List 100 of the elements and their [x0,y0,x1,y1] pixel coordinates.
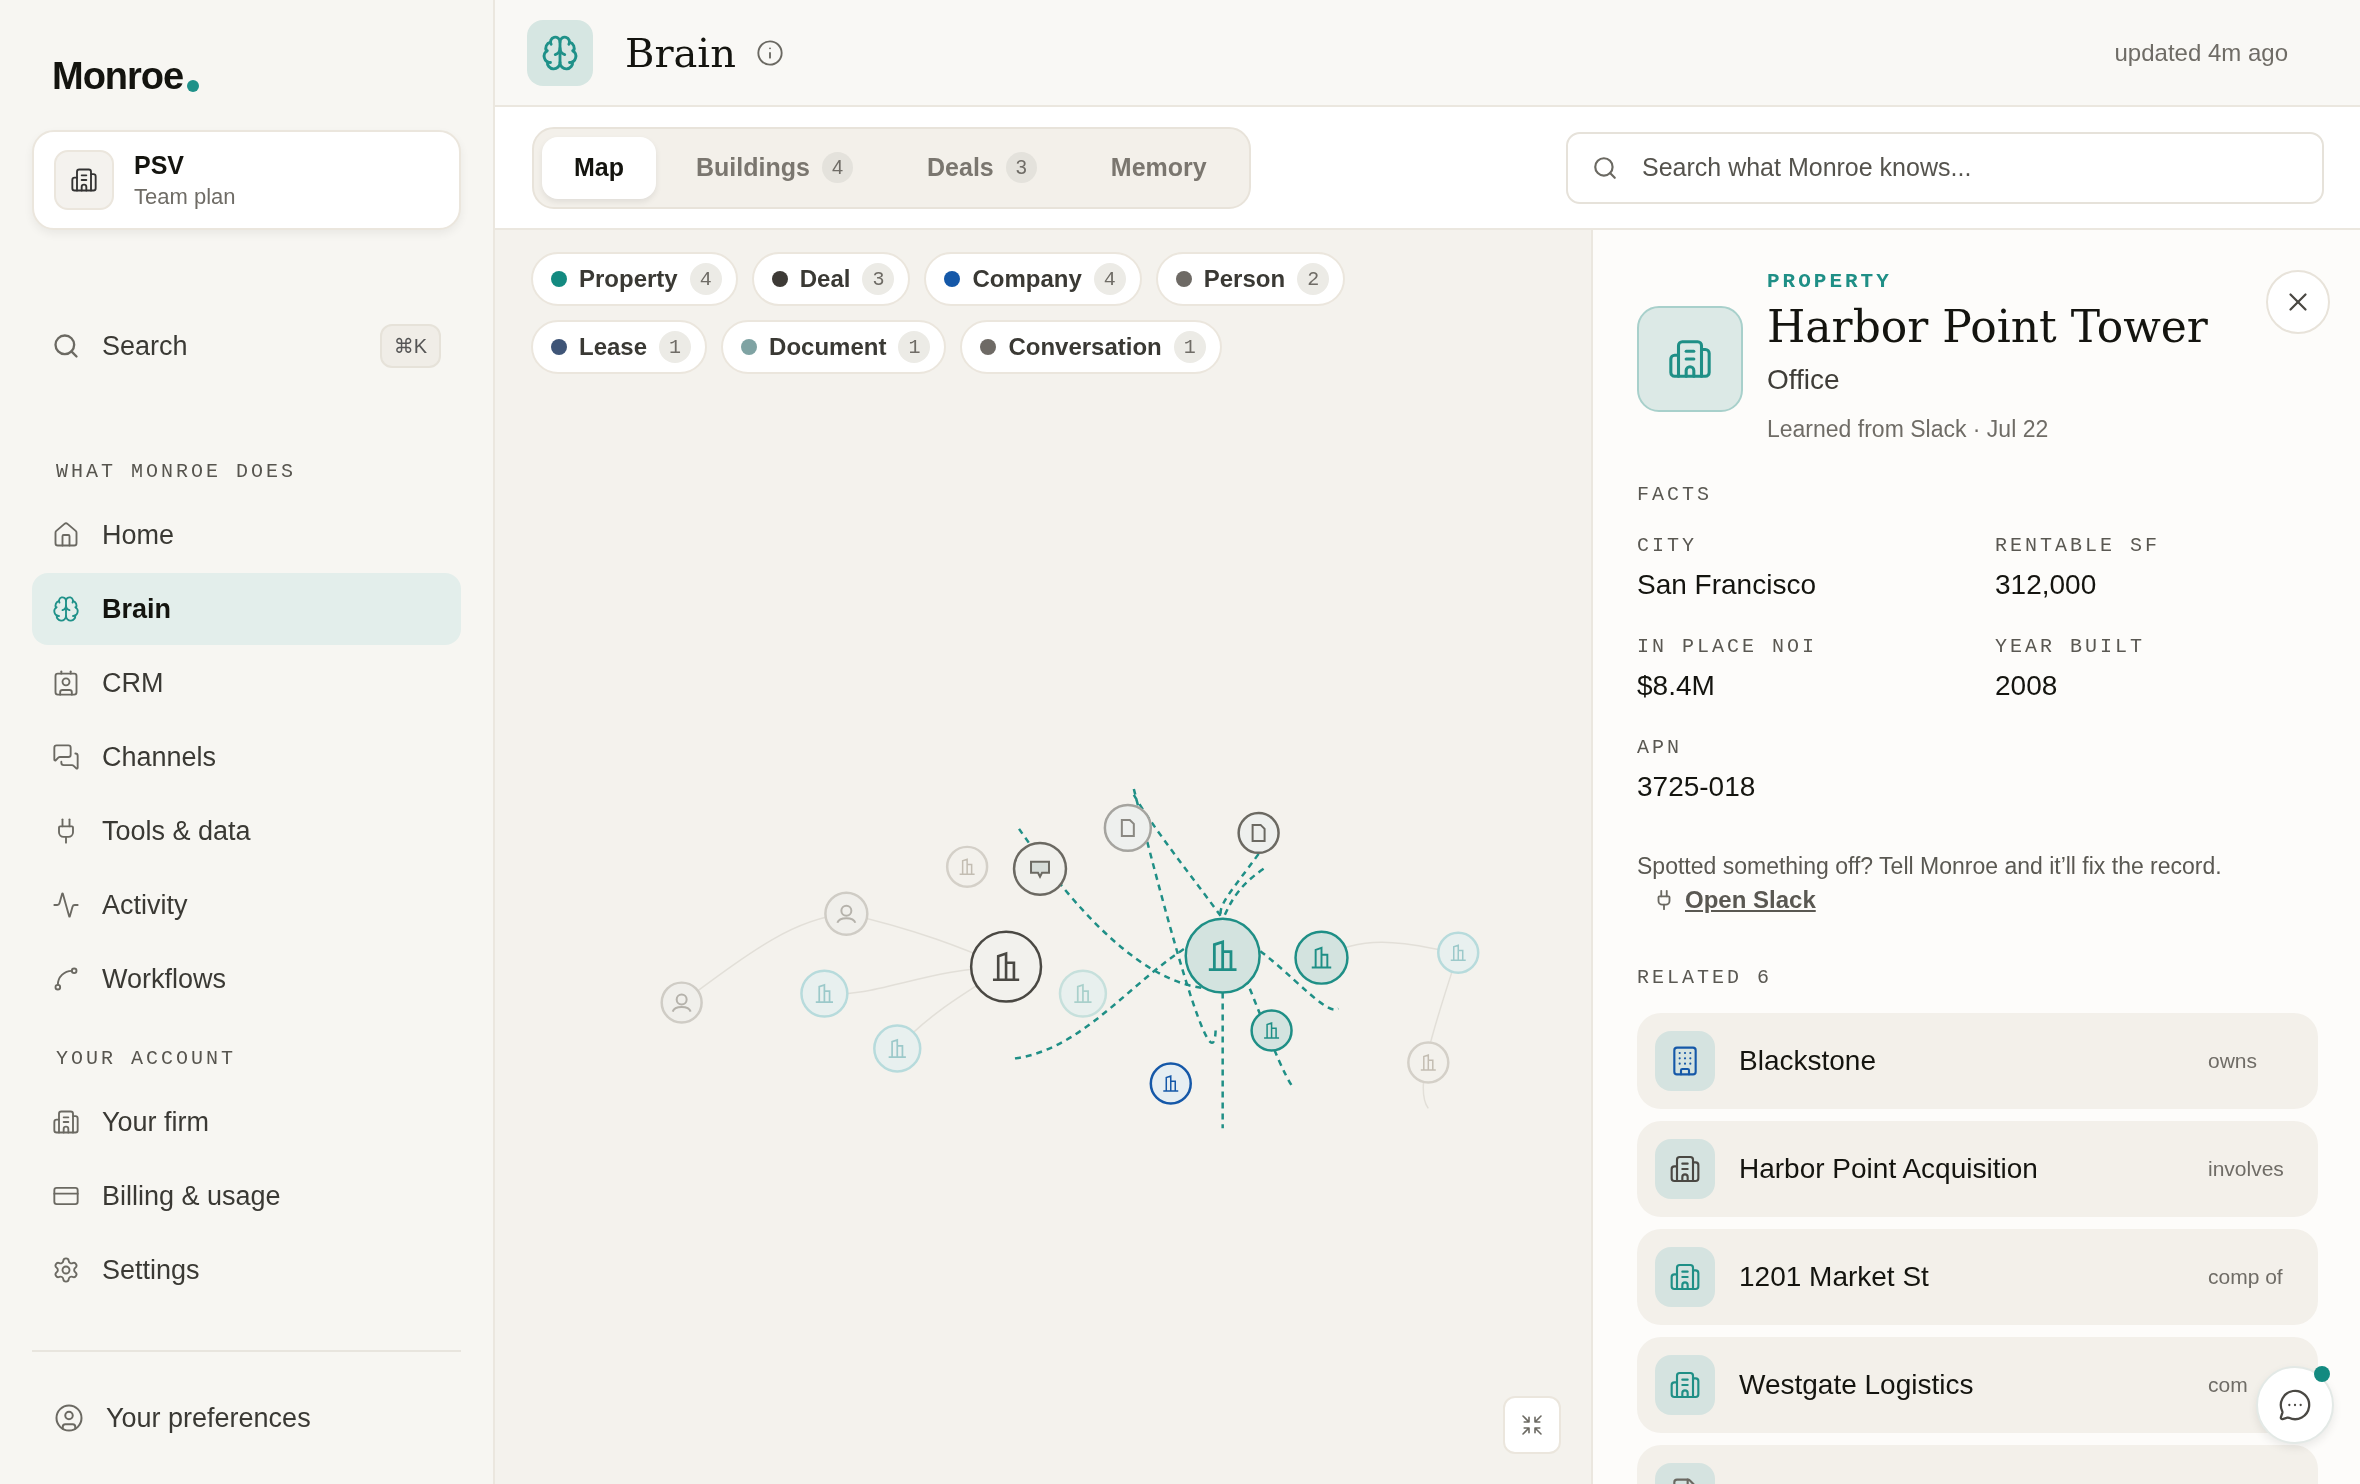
search-item[interactable]: Search ⌘K [32,322,461,370]
chip-label: Company [972,265,1082,293]
person-node[interactable] [660,981,703,1024]
nav-item[interactable]: Brain [32,573,461,645]
shrink-arrows-icon [1520,1413,1544,1437]
entity-type: PROPERTY [1767,270,1893,293]
fact-value: 312,000 [1995,569,2098,601]
building-node[interactable] [1250,1009,1293,1052]
chip-count: 1 [659,331,692,363]
pulse-icon [52,891,80,919]
nav-item[interactable]: Workflows [32,943,461,1015]
search-icon [1592,154,1618,181]
nav-label: CRM [102,667,164,699]
entity-title: Harbor Point Tower [1767,301,2209,352]
building-node[interactable] [1149,1062,1192,1105]
section-title: FACTS [1637,483,1713,506]
section-title: WHAT MONROE DOES [55,460,298,483]
relation-label: comp of [2208,1265,2284,1289]
nav-item[interactable]: Settings [32,1234,461,1306]
filter-chip[interactable]: Person 2 [1155,252,1346,306]
related-item[interactable]: Westgate Logistics com [1637,1337,2318,1433]
filter-chip[interactable]: Property 4 [531,252,738,306]
filter-chip[interactable]: Company 4 [924,252,1142,306]
search-icon [52,332,80,360]
tab[interactable]: Deals 3 [893,136,1071,199]
building-icon [1655,1355,1715,1415]
related-item[interactable]: Blackstone owns [1637,1013,2318,1109]
brain-icon [527,19,593,86]
nav-item[interactable]: Billing & usage [32,1160,461,1232]
related-item[interactable]: Harbor Point Acquisition involves [1637,1121,2318,1217]
related-name: Blackstone [1739,1045,1877,1077]
office-building-icon [1655,1031,1715,1091]
nav-item[interactable]: Channels [32,721,461,793]
page-title: Brain [625,29,736,76]
nav-label: Channels [102,741,217,773]
chip-label: Lease [579,333,648,361]
nav-item[interactable]: Activity [32,869,461,941]
logo: Monroe [52,55,184,98]
filter-chip[interactable]: Document 1 [721,320,947,374]
building-icon [1655,1247,1715,1307]
info-icon[interactable] [755,38,784,67]
entity-subtitle: Office [1767,364,1841,396]
fact-label: RENTABLE SF [1995,534,2162,557]
building-icon [1637,306,1743,412]
fact-label: IN PLACE NOI [1637,635,1819,658]
filter-chip[interactable]: Lease 1 [531,320,708,374]
nav-item[interactable]: Home [32,499,461,571]
section-title: YOUR ACCOUNT [55,1047,238,1070]
fact-label: CITY [1637,534,1698,557]
fact-value: San Francisco [1637,569,1817,601]
fact-label: YEAR BUILT [1995,635,2147,658]
user-icon [54,1403,84,1433]
chip-label: Conversation [1008,333,1162,361]
chat-bubble-icon [2278,1388,2312,1422]
contact-card-icon [52,669,80,697]
relation-label: involves [2208,1157,2285,1181]
message-node[interactable] [1012,841,1068,897]
building-icon [1655,1139,1715,1199]
workspace-switcher[interactable]: PSV Team plan [32,130,461,230]
nav-item[interactable]: Your firm [32,1086,461,1158]
entity-source: Learned from Slack · Jul 22 [1767,416,2050,443]
chip-count: 1 [1173,331,1206,363]
nav-label: Workflows [102,963,227,995]
collapse-button[interactable] [1503,1396,1561,1454]
tab[interactable]: Map [542,136,656,199]
logo-dot [187,80,200,92]
preferences-item[interactable]: Your preferences [32,1350,461,1484]
nav-label: Home [102,519,175,551]
nav-item[interactable]: CRM [32,647,461,719]
related-name: Harbor Point Acquisition [1739,1153,2039,1185]
fact-value: $8.4M [1637,670,1716,702]
workspace-name: PSV [134,150,186,180]
person-node[interactable] [824,891,869,936]
chip-label: Deal [799,265,851,293]
chip-label: Person [1203,265,1286,293]
tab-count: 3 [1005,152,1037,183]
nav-item[interactable]: Tools & data [32,795,461,867]
document-node[interactable] [1237,811,1280,855]
relation-label: owns [2208,1049,2259,1073]
tab[interactable]: Memory [1076,136,1241,199]
relation-label: com [2208,1373,2249,1397]
updated-time: updated 4m ago [2114,38,2288,67]
document-node[interactable] [1103,803,1153,853]
chat-bubbles-icon [52,743,80,771]
building-node[interactable] [1294,930,1349,985]
shortcut-key: ⌘K [379,324,441,368]
building-node[interactable] [1184,917,1261,994]
building-icon [54,150,114,210]
search-field[interactable]: Search what Monroe knows... [1566,131,2324,204]
filter-chip[interactable]: Conversation 1 [960,320,1222,374]
chip-label: Document [769,333,887,361]
open-slack-link[interactable]: Open Slack [1685,886,1816,914]
building-icon [52,1108,80,1136]
filter-chip[interactable]: Deal 3 [751,252,911,306]
tab[interactable]: Buildings 4 [662,136,887,199]
section-title: RELATED 6 [1637,966,1774,989]
related-item[interactable]: 1201 Market St comp of [1637,1229,2318,1325]
chip-count: 2 [1297,263,1330,295]
chip-label: Property [579,265,678,293]
building-node[interactable] [969,930,1043,1003]
